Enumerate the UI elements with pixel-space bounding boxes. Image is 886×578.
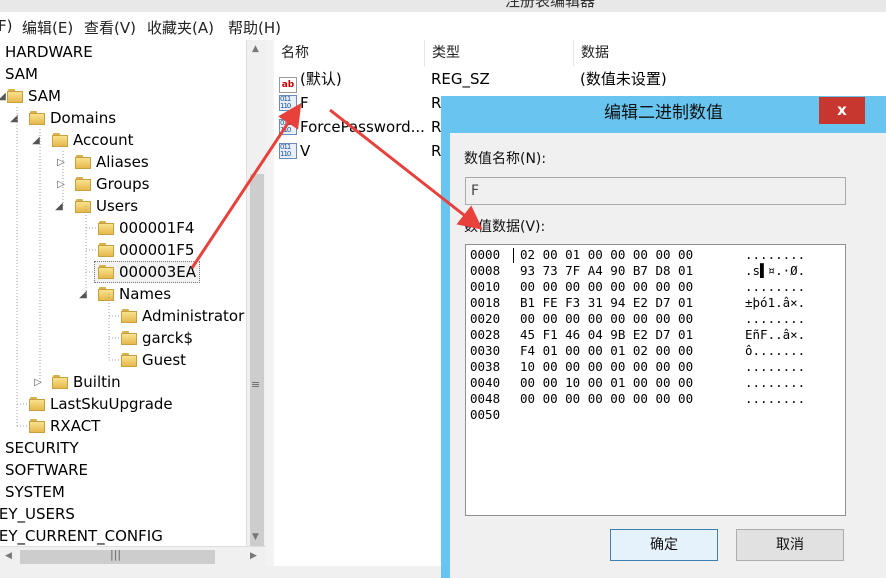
dialog-body: 数值名称(N): F 数值数据(V): 0000 02 00 01 00 00 0… (450, 133, 861, 578)
value-type: R (431, 142, 442, 160)
menu-favorites[interactable]: 收藏夹(A) (147, 17, 214, 38)
value-type: REG_SZ (431, 70, 490, 88)
column-header-data[interactable]: 数据 (574, 40, 886, 66)
scroll-left-arrow-icon[interactable]: ◀ (5, 551, 12, 561)
value-name-label: 数值名称(N): (464, 151, 547, 167)
value-row[interactable]: ab (默认) REG_SZ (数值未设置) (274, 67, 886, 93)
value-name: V (300, 142, 311, 160)
tree-horizontal-scrollbar[interactable]: ◀ ||| ▶ (0, 546, 266, 567)
binary-value-icon: 011 110 (279, 95, 297, 111)
registry-tree: HARDWARE SAM ◢ SAM ◢ Domains ◢ Account ▷… (0, 40, 246, 546)
scroll-down-arrow-icon[interactable]: ▼ (252, 532, 259, 542)
column-header-type[interactable]: 类型 (425, 40, 574, 66)
cancel-button[interactable]: 取消 (736, 529, 844, 561)
value-data: (数值未设置) (580, 70, 667, 88)
value-type: R (431, 118, 442, 136)
window-title: 注册表编辑器 (505, 0, 596, 10)
scroll-right-arrow-icon[interactable]: ▶ (250, 551, 257, 561)
value-name-field: F (465, 177, 846, 205)
value-name: (默认) (300, 70, 342, 88)
column-header-name[interactable]: 名称 (274, 40, 425, 66)
title-bar: 注册表编辑器 (0, 0, 886, 12)
menu-edit[interactable]: 编辑(E) (22, 17, 73, 38)
value-data-label: 数值数据(V): (464, 219, 546, 235)
grip-icon: ≡ (251, 378, 261, 391)
binary-value-icon: 011 110 (279, 119, 297, 135)
binary-value-icon: 011 110 (279, 143, 297, 159)
pane-splitter[interactable] (266, 40, 274, 578)
scrollbar-thumb[interactable] (250, 174, 264, 564)
menu-file[interactable]: F) (0, 17, 12, 35)
value-name: F (300, 94, 309, 112)
scroll-up-arrow-icon[interactable]: ▲ (252, 44, 259, 54)
hex-editor[interactable]: 0000 02 00 01 00 00 00 00 00........ 0008… (465, 244, 846, 516)
tree-vertical-scrollbar[interactable]: ▲ ≡ ▼ (246, 40, 267, 564)
close-button[interactable]: x (819, 97, 865, 124)
value-name: ForcePassword... (300, 118, 425, 136)
dialog-right-border (861, 133, 886, 578)
text-caret (513, 248, 514, 263)
menu-help[interactable]: 帮助(H) (228, 17, 281, 38)
menu-bar: F) 编辑(E) 查看(V) 收藏夹(A) 帮助(H) (0, 12, 886, 41)
edit-binary-dialog: 编辑二进制数值 x 数值名称(N): F 数值数据(V): 0000 02 00 … (441, 96, 886, 578)
tree-connector-lines (16, 107, 120, 427)
menu-view[interactable]: 查看(V) (84, 17, 136, 38)
grip-icon: ||| (110, 548, 122, 561)
value-type: R (431, 94, 442, 112)
close-icon: x (837, 101, 847, 119)
ok-button[interactable]: 确定 (610, 529, 718, 561)
